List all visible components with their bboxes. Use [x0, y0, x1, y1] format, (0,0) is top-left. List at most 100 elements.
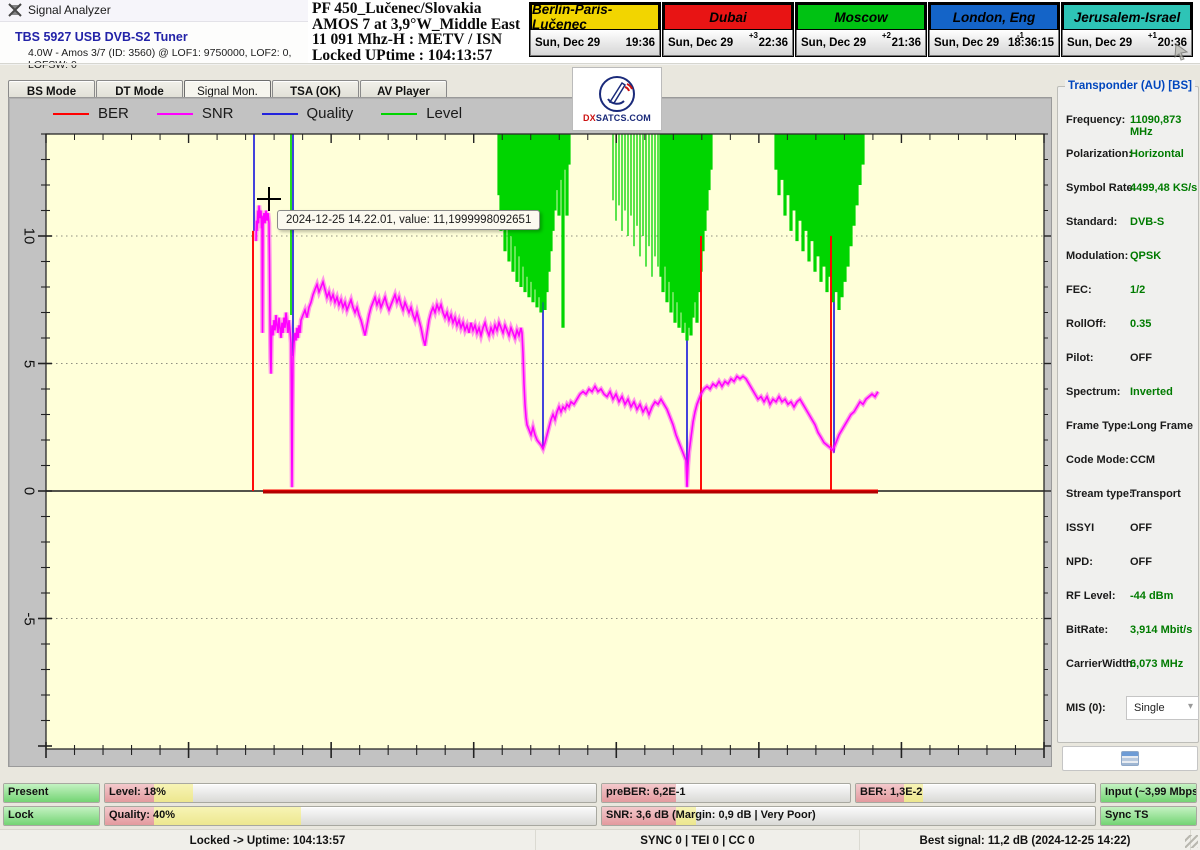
header-separator — [0, 63, 1200, 65]
clock-2: Moscow Sun, Dec 29 +2 21:36 — [795, 2, 927, 57]
header-line-frequency: 11 091 Mhz-H : METV / ISN — [312, 32, 527, 48]
row-label: Frame Type: — [1066, 420, 1131, 432]
row-value: 4499,48 KS/s — [1130, 182, 1197, 194]
row-value: Horizontal — [1130, 148, 1184, 160]
transponder-row-fec-: FEC: 1/2 — [1058, 281, 1198, 301]
header-line-satellite: AMOS 7 at 3,9°W_Middle East — [312, 17, 527, 33]
progress-sync-ts: Sync TS — [1100, 806, 1197, 826]
progress-quality: Quality: 40% — [104, 806, 597, 826]
tuner-name: TBS 5927 USB DVB-S2 Tuner — [15, 30, 188, 44]
clock-city: Moscow — [796, 3, 926, 30]
transponder-row-frequency-: Frequency: 11090,873 MHz — [1058, 111, 1198, 131]
progress-label: Quality: 40% — [109, 809, 175, 821]
transponder-row-rf-level-: RF Level: -44 dBm — [1058, 587, 1198, 607]
satellite-dish-icon — [598, 75, 636, 113]
logo-text: DXSATCS.COM — [583, 113, 651, 123]
row-value: DVB-S — [1130, 216, 1164, 228]
chevron-down-icon: ▾ — [1188, 701, 1193, 712]
progress-label: BER: 1,3E-2 — [860, 786, 922, 798]
row-label: Frequency: — [1066, 114, 1125, 126]
progress-label: Sync TS — [1105, 809, 1148, 821]
resize-grip[interactable] — [1185, 835, 1198, 848]
signal-chart-panel: BERSNRQualityLevel 1050-5 2024-12-25 14.… — [8, 97, 1052, 767]
transponder-row-carrierwidth-: CarrierWidth: 6,073 MHz — [1058, 655, 1198, 675]
transponder-row-frame-type-: Frame Type: Long Frame — [1058, 417, 1198, 437]
clock-1: Dubai Sun, Dec 29 +3 22:36 — [662, 2, 794, 57]
row-label: Symbol Rate: — [1066, 182, 1136, 194]
progress-snr: SNR: 3,6 dB (Margin: 0,9 dB | Very Poor) — [601, 806, 1096, 826]
progress-label: preBER: 6,2E-1 — [606, 786, 685, 798]
clock-datetime: Sun, Dec 29 +2 21:36 — [796, 30, 926, 56]
y-tick-label: -5 — [21, 612, 38, 625]
clock-date: Sun, Dec 29 — [801, 37, 866, 49]
clock-date: Sun, Dec 29 — [934, 37, 999, 49]
clock-time: 19:36 — [626, 37, 655, 49]
transponder-row-npd-: NPD: OFF — [1058, 553, 1198, 573]
clock-city: Berlin-Paris-Lučenec — [530, 3, 660, 30]
progress-ber: BER: 1,3E-2 — [855, 783, 1096, 803]
row-value: 3,914 Mbit/s — [1130, 624, 1192, 636]
clock-city: Jerusalem-Israel — [1062, 3, 1192, 30]
row-label: Modulation: — [1066, 250, 1128, 262]
progress-input-3-99-mbps-: Input (~3,99 Mbps) — [1100, 783, 1197, 803]
clock-datetime: Sun, Dec 29 -1 18:36:15 — [929, 30, 1059, 56]
world-clocks: Berlin-Paris-Lučenec Sun, Dec 29 19:36 D… — [529, 2, 1194, 57]
transponder-row-symbol-rate-: Symbol Rate: 4499,48 KS/s — [1058, 179, 1198, 199]
mis-dropdown[interactable]: Single ▾ — [1126, 696, 1199, 720]
row-value: -44 dBm — [1130, 590, 1173, 602]
progress-preber: preBER: 6,2E-1 — [601, 783, 851, 803]
row-value: 11090,873 MHz — [1130, 114, 1198, 138]
row-value: Long Frame — [1130, 420, 1193, 432]
row-value: 6,073 MHz — [1130, 658, 1183, 670]
transponder-panel: Transponder (AU) [BS] Frequency: 11090,8… — [1057, 86, 1199, 743]
row-value: Transport — [1130, 488, 1181, 500]
row-value: CCM — [1130, 454, 1155, 466]
progress-label: Lock — [8, 809, 34, 821]
transponder-row-standard-: Standard: DVB-S — [1058, 213, 1198, 233]
clock-utc-offset: +1 — [1148, 31, 1157, 40]
row-value: 0.35 — [1130, 318, 1151, 330]
row-label: BitRate: — [1066, 624, 1108, 636]
clock-date: Sun, Dec 29 — [1067, 37, 1132, 49]
status-bar: Locked -> Uptime: 104:13:57SYNC 0 | TEI … — [0, 829, 1200, 850]
transponder-row-stream-type-: Stream type: Transport — [1058, 485, 1198, 505]
dxsatcs-logo: DXSATCS.COM — [572, 67, 662, 131]
statusbar-section-0: Locked -> Uptime: 104:13:57 — [0, 830, 536, 850]
clock-utc-offset: +2 — [882, 31, 891, 40]
window-title: Signal Analyzer — [28, 3, 111, 17]
row-label: NPD: — [1066, 556, 1093, 568]
signal-analyzer-window: Signal Analyzer TBS 5927 USB DVB-S2 Tune… — [0, 0, 1200, 850]
progress-label: SNR: 3,6 dB (Margin: 0,9 dB | Very Poor) — [606, 809, 816, 821]
transport-list-button[interactable] — [1062, 746, 1198, 771]
row-label: RF Level: — [1066, 590, 1116, 602]
transponder-row-spectrum-: Spectrum: Inverted — [1058, 383, 1198, 403]
tuner-lnb-info: 4.0W - Amos 3/7 (ID: 3560) @ LOF1: 97500… — [28, 47, 308, 71]
signal-chart — [9, 98, 1051, 766]
clock-datetime: Sun, Dec 29 +3 22:36 — [663, 30, 793, 56]
row-label: RollOff: — [1066, 318, 1106, 330]
transponder-panel-title: Transponder (AU) [BS] — [1065, 80, 1195, 92]
clock-date: Sun, Dec 29 — [535, 37, 600, 49]
clock-date: Sun, Dec 29 — [668, 37, 733, 49]
transponder-row-code-mode-: Code Mode: CCM — [1058, 451, 1198, 471]
row-label: Standard: — [1066, 216, 1117, 228]
row-label: FEC: — [1066, 284, 1092, 296]
clock-0: Berlin-Paris-Lučenec Sun, Dec 29 19:36 — [529, 2, 661, 57]
transponder-row-modulation-: Modulation: QPSK — [1058, 247, 1198, 267]
row-value: 1/2 — [1130, 284, 1145, 296]
transponder-row-issyi: ISSYI OFF — [1058, 519, 1198, 539]
progress-present: Present — [3, 783, 100, 803]
row-label: Stream type: — [1066, 488, 1133, 500]
row-value: OFF — [1130, 352, 1152, 364]
transponder-row-rolloff-: RollOff: 0.35 — [1058, 315, 1198, 335]
row-label: Code Mode: — [1066, 454, 1129, 466]
row-value: OFF — [1130, 556, 1152, 568]
row-label: ISSYI — [1066, 522, 1094, 534]
clock-city: London, Eng — [929, 3, 1059, 30]
mouse-cursor-icon — [1172, 42, 1192, 62]
clock-3: London, Eng Sun, Dec 29 -1 18:36:15 — [928, 2, 1060, 57]
y-tick-label: 10 — [21, 228, 38, 245]
clock-time: 21:36 — [892, 37, 921, 49]
header-line-location: PF 450_Lučenec/Slovakia — [312, 1, 527, 17]
row-value: Inverted — [1130, 386, 1173, 398]
